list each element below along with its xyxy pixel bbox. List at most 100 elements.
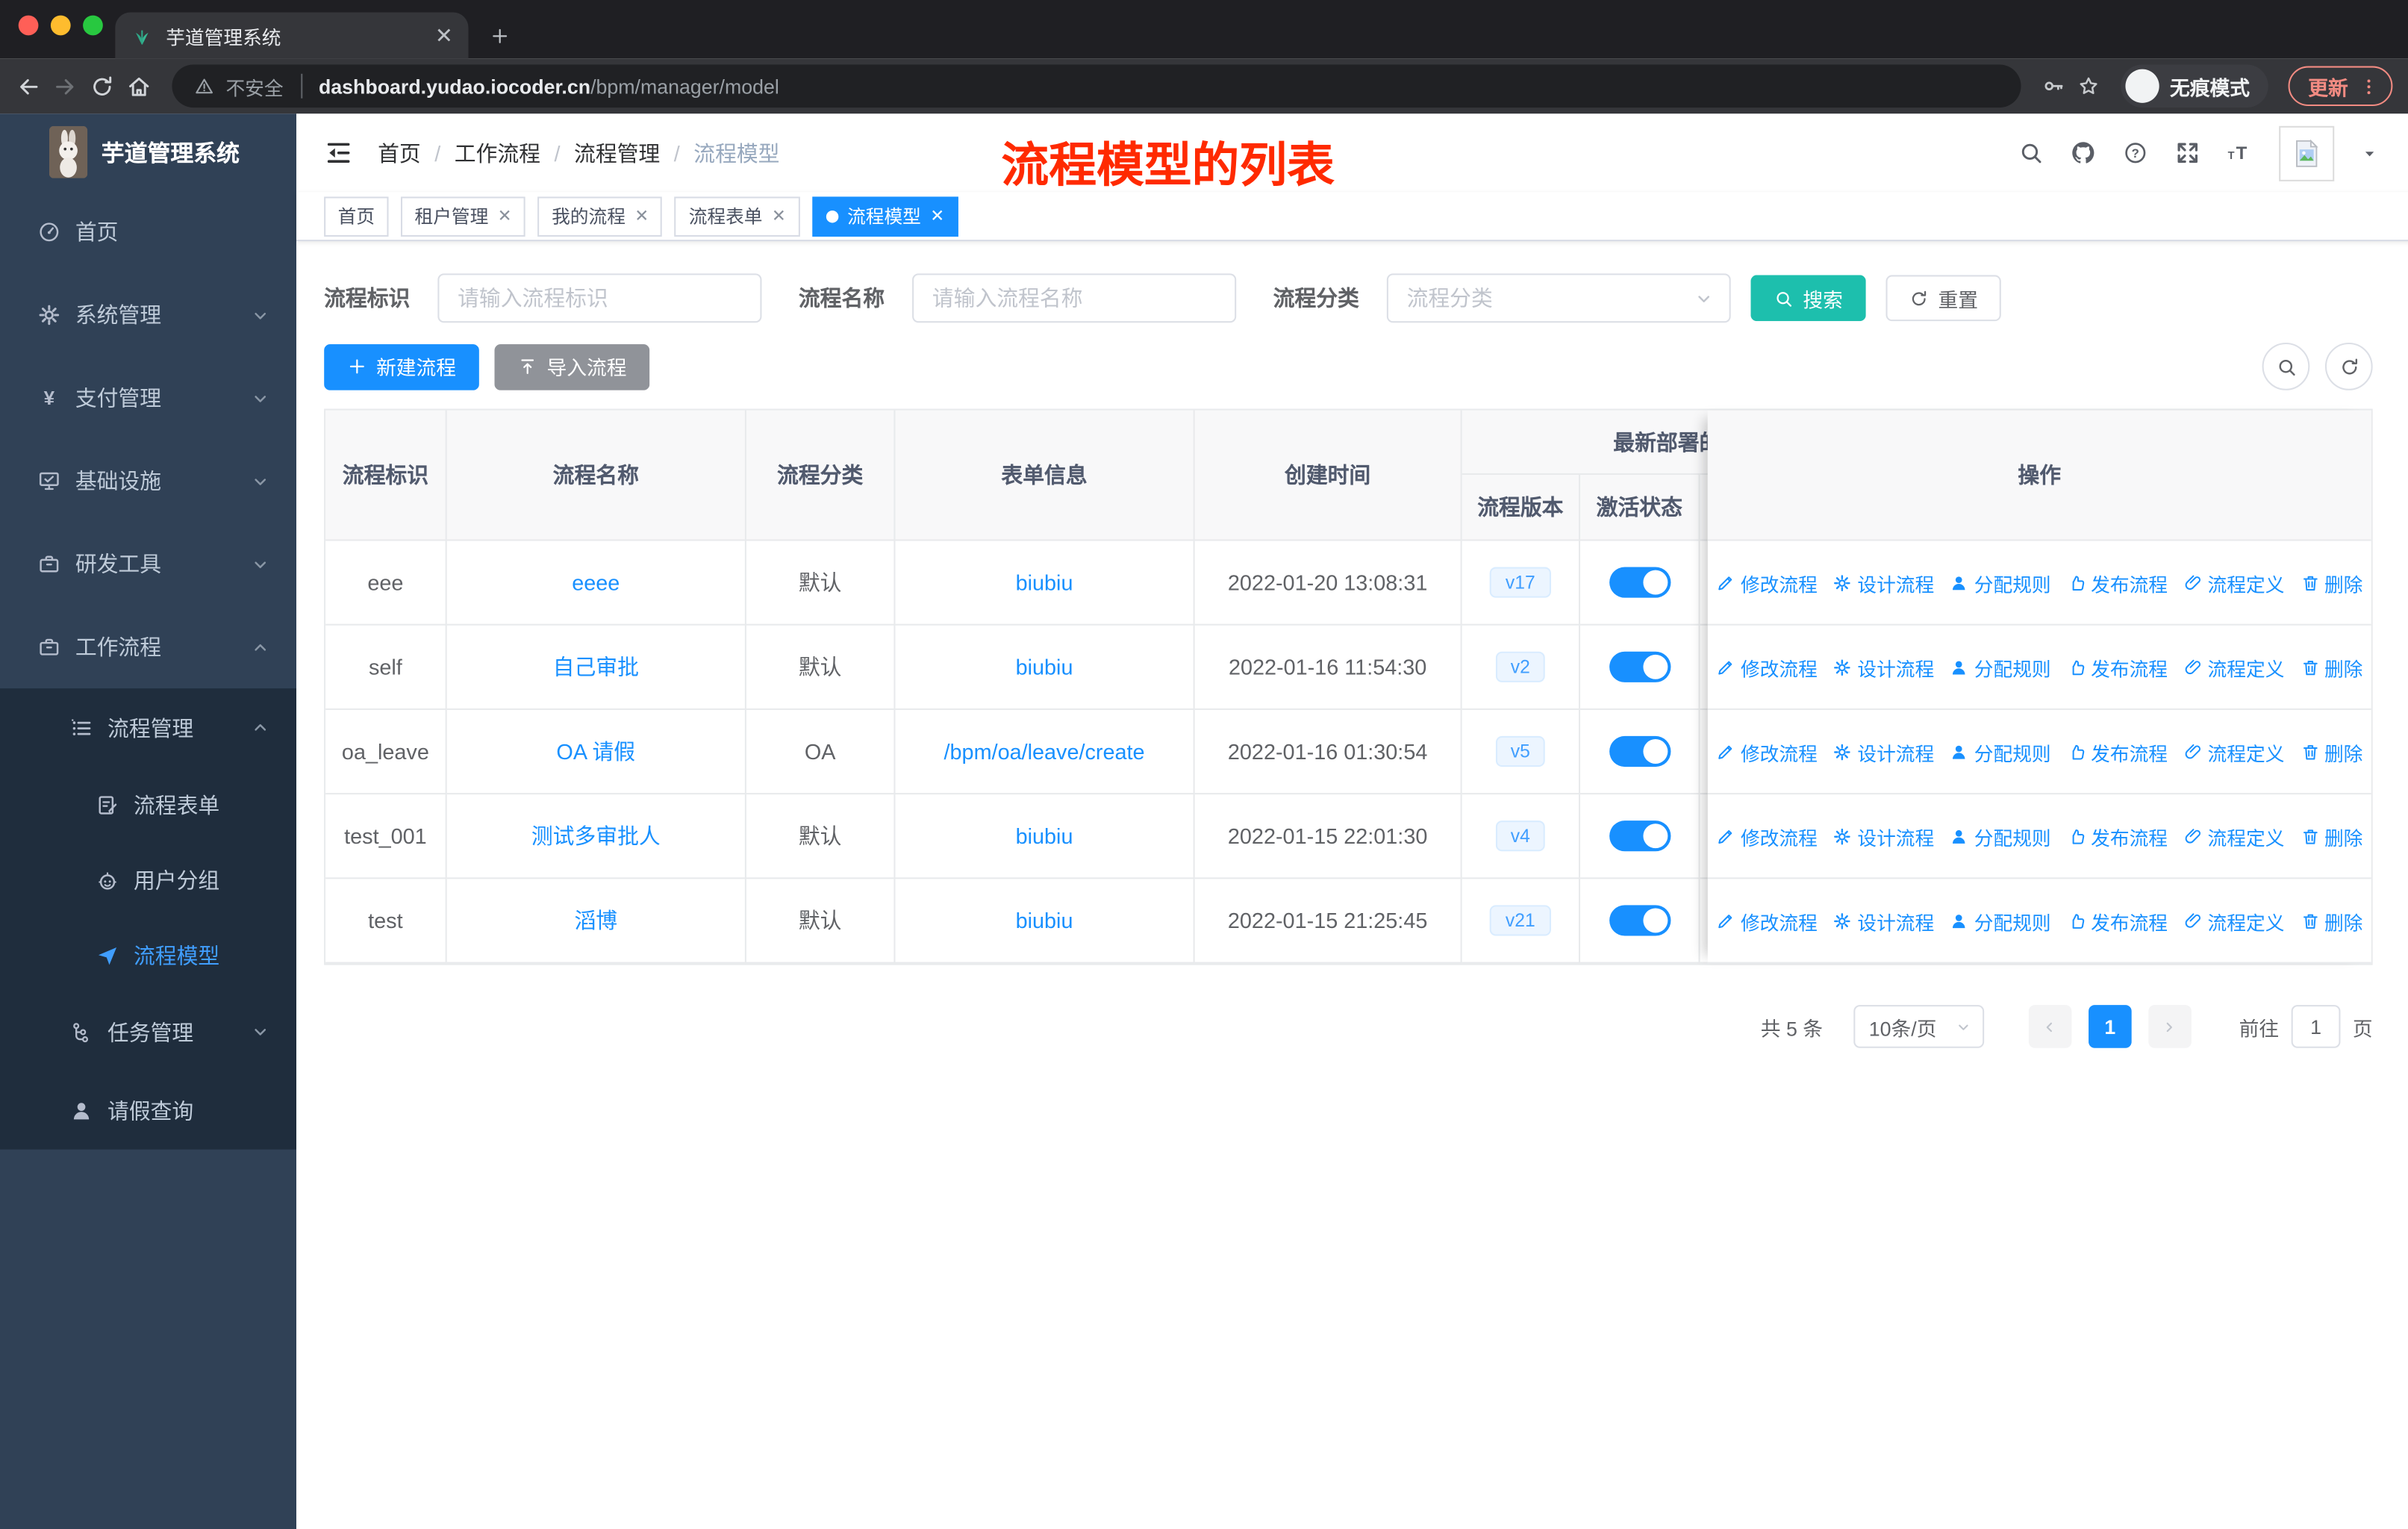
back-icon[interactable] [16,73,42,99]
process-definition-link[interactable]: 流程定义 [2183,568,2284,597]
forward-icon[interactable] [52,73,78,99]
zoom-window-button[interactable] [83,15,103,36]
process-definition-link[interactable]: 流程定义 [2183,821,2284,850]
url-bar[interactable]: 不安全 dashboard.yudao.iocoder.cn/bpm/manag… [172,64,2021,108]
tag-close-icon[interactable]: ✕ [930,206,944,226]
reload-icon[interactable] [89,73,115,99]
caret-down-icon[interactable] [2360,143,2379,162]
import-process-button[interactable]: 导入流程 [494,343,650,390]
home-icon[interactable] [126,73,152,99]
form-info-link[interactable]: /bpm/oa/leave/create [944,739,1145,764]
active-toggle[interactable] [1609,735,1671,767]
sidebar-collapse-icon[interactable] [324,138,353,167]
process-name-link[interactable]: 滔博 [574,905,617,935]
show-search-toggle-button[interactable] [2262,343,2310,390]
tag-close-icon[interactable]: ✕ [634,206,649,226]
design-process-link[interactable]: 设计流程 [1832,568,1934,597]
reset-button[interactable]: 重置 [1885,275,2001,322]
design-process-link[interactable]: 设计流程 [1832,737,1934,766]
next-page-button[interactable] [2148,1005,2192,1048]
breadcrumb-item[interactable]: 首页 [378,137,421,168]
assign-rules-link[interactable]: 分配规则 [1950,906,2051,935]
page-number-button[interactable]: 1 [2088,1005,2132,1048]
deploy-process-link[interactable]: 发布流程 [2066,737,2168,766]
tab-close-icon[interactable]: ✕ [435,25,453,46]
browser-tab[interactable]: 芋道管理系统 ✕ [115,12,469,59]
process-definition-link[interactable]: 流程定义 [2183,653,2284,682]
sidebar-item-workflow[interactable]: 工作流程 [0,605,296,688]
delete-link[interactable]: 删除 [2300,821,2362,850]
password-key-icon[interactable] [2041,74,2065,99]
github-icon[interactable] [2070,140,2096,166]
sidebar-item-process-form[interactable]: 流程表单 [0,767,296,842]
breadcrumb-item[interactable]: 流程管理 [574,137,660,168]
not-secure-warning-icon[interactable] [193,75,215,97]
sidebar-logo[interactable]: 芋道管理系统 [0,113,296,190]
sidebar-item-user-group[interactable]: 用户分组 [0,842,296,918]
process-definition-link[interactable]: 流程定义 [2183,906,2284,935]
tag-tenant[interactable]: 租户管理 ✕ [401,196,526,236]
active-toggle[interactable] [1609,820,1671,852]
process-name-link[interactable]: eeee [572,570,620,595]
close-window-button[interactable] [18,15,39,36]
deploy-process-link[interactable]: 发布流程 [2066,653,2168,682]
goto-page-input[interactable] [2291,1005,2341,1048]
sidebar-item-payment[interactable]: 支付管理 [0,357,296,440]
modify-process-link[interactable]: 修改流程 [1716,653,1818,682]
assign-rules-link[interactable]: 分配规则 [1950,821,2051,850]
process-name-link[interactable]: OA 请假 [556,736,635,767]
minimize-window-button[interactable] [50,15,71,36]
form-info-link[interactable]: biubiu [1016,570,1073,595]
active-toggle[interactable] [1609,651,1671,682]
prev-page-button[interactable] [2028,1005,2072,1048]
delete-link[interactable]: 删除 [2300,906,2362,935]
sidebar-item-infrastructure[interactable]: 基础设施 [0,440,296,523]
tag-home[interactable]: 首页 [324,196,389,236]
tag-close-icon[interactable]: ✕ [772,206,786,226]
breadcrumb-item[interactable]: 工作流程 [455,137,540,168]
bookmark-star-icon[interactable] [2077,74,2101,99]
tag-process-model-active[interactable]: 流程模型 ✕ [811,196,958,236]
category-select[interactable]: 流程分类 [1386,273,1731,323]
browser-update-button[interactable]: 更新 [2288,66,2393,107]
tag-my-process[interactable]: 我的流程 ✕ [537,196,663,236]
sidebar-item-process-management[interactable]: 流程管理 [0,688,296,767]
modify-process-link[interactable]: 修改流程 [1716,737,1818,766]
active-toggle[interactable] [1609,567,1671,598]
search-button[interactable]: 搜索 [1750,275,1866,322]
fullscreen-icon[interactable] [2174,140,2200,166]
assign-rules-link[interactable]: 分配规则 [1950,568,2051,597]
process-name-link[interactable]: 测试多审批人 [531,820,661,851]
sidebar-item-leave-query[interactable]: 请假查询 [0,1071,296,1150]
tag-close-icon[interactable]: ✕ [498,206,512,226]
deploy-process-link[interactable]: 发布流程 [2066,906,2168,935]
delete-link[interactable]: 删除 [2300,568,2362,597]
assign-rules-link[interactable]: 分配规则 [1950,653,2051,682]
sidebar-item-process-model[interactable]: 流程模型 [0,918,296,993]
modify-process-link[interactable]: 修改流程 [1716,568,1818,597]
browser-menu-dots-icon[interactable] [2359,76,2379,96]
active-toggle[interactable] [1609,905,1671,936]
design-process-link[interactable]: 设计流程 [1832,653,1934,682]
sidebar-item-dev-tools[interactable]: 研发工具 [0,523,296,605]
window-controls[interactable] [18,15,103,36]
sidebar-item-task-management[interactable]: 任务管理 [0,993,296,1071]
refresh-table-button[interactable] [2324,343,2373,390]
process-name-input[interactable] [912,273,1237,323]
design-process-link[interactable]: 设计流程 [1832,821,1934,850]
help-icon[interactable] [2122,140,2148,166]
process-id-input[interactable] [437,273,762,323]
page-size-select[interactable]: 10条/页 [1853,1005,1985,1048]
form-info-link[interactable]: biubiu [1016,823,1073,848]
form-info-link[interactable]: biubiu [1016,655,1073,679]
deploy-process-link[interactable]: 发布流程 [2066,568,2168,597]
process-definition-link[interactable]: 流程定义 [2183,737,2284,766]
tag-process-form[interactable]: 流程表单 ✕ [675,196,800,236]
process-name-link[interactable]: 自己审批 [553,652,639,682]
new-tab-button[interactable] [490,26,510,46]
avatar[interactable] [2279,125,2335,181]
deploy-process-link[interactable]: 发布流程 [2066,821,2168,850]
search-icon[interactable] [2018,140,2044,166]
design-process-link[interactable]: 设计流程 [1832,906,1934,935]
delete-link[interactable]: 删除 [2300,653,2362,682]
